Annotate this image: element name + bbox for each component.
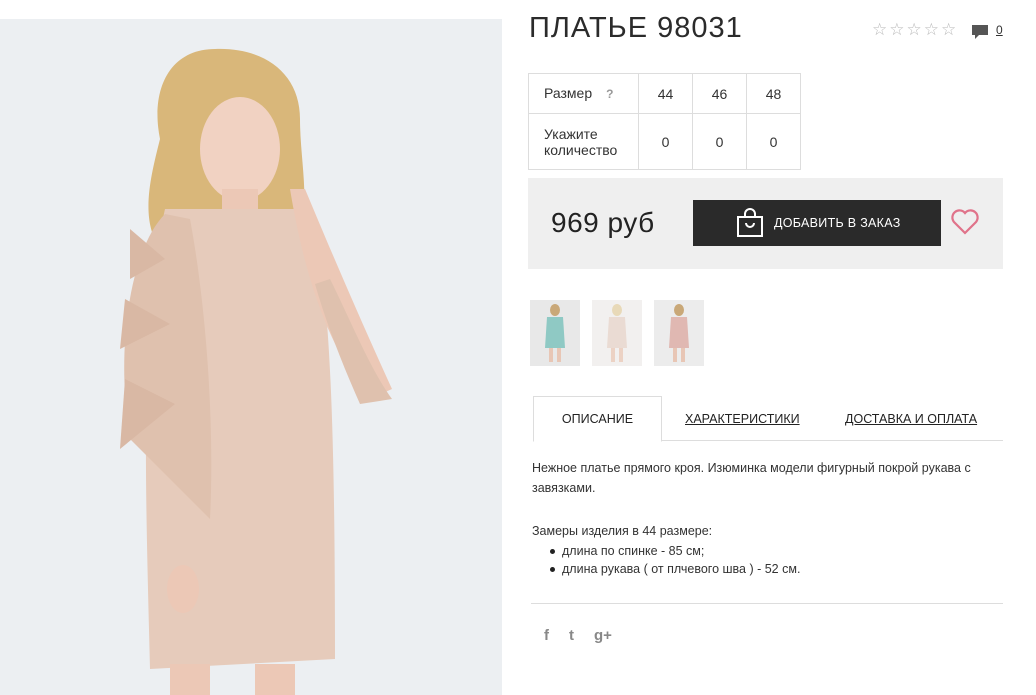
size-table: Размер? 44 46 48 Укажите количество 0 0 … [528, 73, 801, 170]
description-text: Нежное платье прямого кроя. Изюминка мод… [532, 461, 971, 495]
help-icon[interactable]: ? [606, 87, 613, 101]
buy-box: 969 руб ДОБАВИТЬ В ЗАКАЗ [528, 178, 1003, 269]
rating-stars[interactable]: ☆ ☆ ☆ ☆ ☆ [872, 21, 956, 39]
product-title: ПЛАТЬЕ 98031 [529, 12, 743, 44]
star-icon[interactable]: ☆ [941, 21, 956, 39]
quantity-input[interactable]: 0 [692, 113, 747, 170]
price: 969 руб [551, 207, 655, 238]
quantity-input[interactable]: 0 [746, 113, 801, 170]
size-option: 48 [746, 73, 801, 114]
star-icon[interactable]: ☆ [889, 21, 904, 39]
thumbnail-strip [530, 300, 704, 366]
thumbnail[interactable] [530, 300, 580, 366]
thumbnail[interactable] [592, 300, 642, 366]
shopping-bag-icon [737, 208, 763, 237]
comments-count-link[interactable]: 0 [996, 23, 1003, 37]
quantity-input[interactable]: 0 [638, 113, 693, 170]
size-label: Размер [544, 85, 593, 101]
star-icon[interactable]: ☆ [924, 21, 939, 39]
divider [531, 603, 1003, 604]
list-item: длина по спинке - 85 см; [532, 542, 800, 560]
star-icon[interactable]: ☆ [907, 21, 922, 39]
social-share: f t g+ [544, 627, 612, 644]
measures-list: длина по спинке - 85 см; длина рукава ( … [532, 542, 800, 578]
tab-description[interactable]: ОПИСАНИЕ [533, 396, 662, 442]
facebook-icon[interactable]: f [544, 627, 549, 644]
twitter-icon[interactable]: t [569, 627, 574, 644]
google-plus-icon[interactable]: g+ [594, 627, 612, 644]
quantity-label: Укажите количество [528, 113, 639, 170]
list-item: длина рукава ( от плчевого шва ) - 52 см… [532, 560, 800, 578]
tab-characteristics[interactable]: ХАРАКТЕРИСТИКИ [685, 396, 800, 441]
measures-block: Замеры изделия в 44 размере: длина по сп… [532, 522, 800, 578]
add-to-order-label: ДОБАВИТЬ В ЗАКАЗ [774, 216, 901, 230]
heart-icon[interactable] [950, 208, 980, 236]
size-option: 46 [692, 73, 747, 114]
product-main-photo[interactable] [0, 19, 502, 695]
tab-delivery[interactable]: ДОСТАВКА И ОПЛАТА [845, 396, 977, 441]
thumbnail[interactable] [654, 300, 704, 366]
comment-icon[interactable] [971, 23, 989, 41]
star-icon[interactable]: ☆ [872, 21, 887, 39]
product-tabs: ОПИСАНИЕ ХАРАКТЕРИСТИКИ ДОСТАВКА И ОПЛАТ… [533, 396, 1003, 442]
measures-title: Замеры изделия в 44 размере: [532, 524, 713, 538]
add-to-order-button[interactable]: ДОБАВИТЬ В ЗАКАЗ [693, 200, 941, 246]
size-label-cell: Размер? [528, 73, 639, 114]
size-option: 44 [638, 73, 693, 114]
